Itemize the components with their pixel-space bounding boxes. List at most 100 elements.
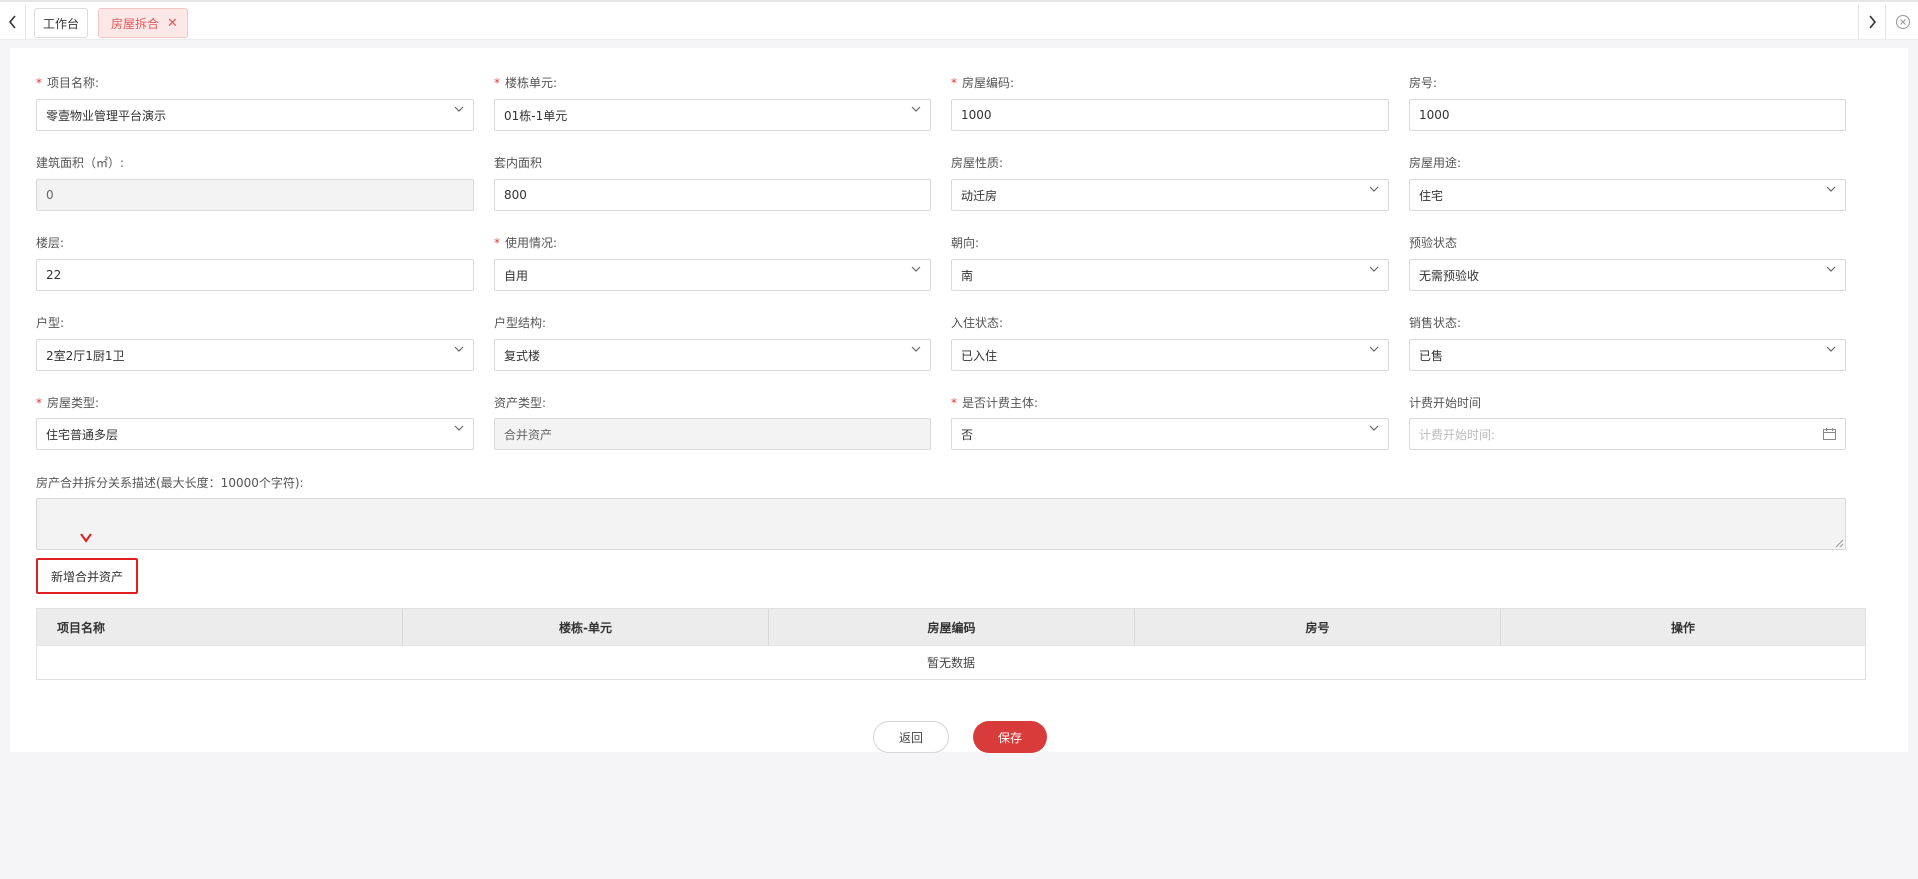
house-code-input[interactable]: 1000 — [951, 99, 1389, 131]
add-merged-asset-button[interactable]: 新增合并资产 — [36, 558, 138, 594]
house-type-value: 住宅普通多层 — [46, 427, 119, 442]
chevron-down-icon — [1826, 344, 1836, 354]
back-button[interactable]: 返回 — [873, 721, 949, 753]
floor-value: 22 — [46, 268, 62, 282]
build-area-input: 0 — [36, 179, 474, 211]
floor-input[interactable]: 22 — [36, 259, 474, 291]
building-unit-select[interactable]: 01栋-1单元 — [494, 99, 931, 131]
chevron-down-icon — [1826, 264, 1836, 274]
orientation-value: 南 — [961, 268, 974, 283]
house-nature-select[interactable]: 动迁房 — [951, 179, 1389, 211]
description-label: 房产合并拆分关系描述(最大长度：10000个字符): — [36, 476, 304, 490]
close-icon[interactable]: ✕ — [167, 16, 178, 31]
room-no-label: 房号: — [1409, 76, 1438, 90]
orientation-label: 朝向: — [951, 236, 980, 250]
usage-select[interactable]: 自用 — [494, 259, 931, 291]
scroll-left-button[interactable] — [0, 4, 26, 40]
house-type-select[interactable]: 住宅普通多层 — [36, 418, 474, 450]
tab-workbench[interactable]: 工作台 — [34, 8, 88, 38]
usage-label: * 使用情况: — [494, 236, 558, 250]
house-nature-label: 房屋性质: — [951, 156, 1004, 170]
tab-bar: 工作台 房屋拆合 ✕ — [0, 0, 1918, 40]
back-button-label: 返回 — [898, 730, 923, 745]
column-header-building-unit: 楼栋-单元 — [403, 609, 769, 645]
chevron-down-icon — [1826, 184, 1836, 194]
house-code-label: * 房屋编码: — [951, 76, 1015, 90]
sales-value: 已售 — [1419, 348, 1444, 363]
sales-select[interactable]: 已售 — [1409, 339, 1846, 371]
tab-house-split-merge[interactable]: 房屋拆合 ✕ — [98, 8, 188, 38]
column-header-project-name: 项目名称 — [37, 609, 403, 645]
room-no-value: 1000 — [1419, 108, 1450, 122]
chevron-down-icon — [454, 344, 464, 354]
occupancy-label: 入住状态: — [951, 316, 1004, 330]
description-textarea[interactable] — [36, 498, 1846, 550]
chevron-down-icon — [1369, 423, 1379, 433]
chevron-down-icon — [454, 423, 464, 433]
layout-label: 户型: — [36, 316, 65, 330]
sales-label: 销售状态: — [1409, 316, 1462, 330]
project-name-label: * 项目名称: — [36, 76, 100, 90]
layout-select[interactable]: 2室2厅1厨1卫 — [36, 339, 474, 371]
asset-type-label: 资产类型: — [494, 396, 547, 410]
add-merged-asset-label: 新增合并资产 — [50, 569, 123, 584]
pre-check-value: 无需预验收 — [1419, 268, 1480, 283]
resize-handle-icon[interactable] — [1835, 539, 1844, 548]
structure-label: 户型结构: — [494, 316, 547, 330]
inner-area-label: 套内面积 — [494, 156, 543, 170]
occupancy-value: 已入住 — [961, 348, 998, 363]
column-header-house-code: 房屋编码 — [769, 609, 1135, 645]
building-unit-value: 01栋-1单元 — [504, 108, 568, 123]
house-code-value: 1000 — [961, 108, 992, 122]
building-unit-label: * 楼栋单元: — [494, 76, 558, 90]
chevron-left-icon — [8, 15, 16, 29]
occupancy-select[interactable]: 已入住 — [951, 339, 1389, 371]
inner-area-input[interactable]: 800 — [494, 179, 931, 211]
table-empty-text: 暂无数据 — [37, 645, 1865, 679]
billing-start-datepicker[interactable]: 计费开始时间: — [1409, 418, 1846, 450]
orientation-select[interactable]: 南 — [951, 259, 1389, 291]
room-no-input[interactable]: 1000 — [1409, 99, 1846, 131]
house-use-value: 住宅 — [1419, 188, 1444, 203]
billing-subject-value: 否 — [961, 427, 974, 442]
house-type-label: * 房屋类型: — [36, 396, 100, 410]
chevron-down-icon — [1369, 344, 1379, 354]
billing-subject-label: * 是否计费主体: — [951, 396, 1039, 410]
close-all-tabs-button[interactable] — [1888, 4, 1918, 40]
billing-start-label: 计费开始时间 — [1409, 396, 1482, 410]
inner-area-value: 800 — [504, 188, 527, 202]
merged-asset-table: 项目名称 楼栋-单元 房屋编码 房号 操作 暂无数据 — [36, 608, 1866, 680]
chevron-down-icon — [911, 104, 921, 114]
pre-check-label: 预验状态 — [1409, 236, 1458, 250]
house-use-label: 房屋用途: — [1409, 156, 1462, 170]
save-button[interactable]: 保存 — [973, 721, 1047, 753]
tab-house-split-merge-label: 房屋拆合 — [111, 16, 160, 31]
build-area-label: 建筑面积（㎡）: — [36, 156, 125, 170]
floor-label: 楼层: — [36, 236, 65, 250]
arrow-down-annotation-icon — [80, 533, 92, 543]
build-area-value: 0 — [46, 188, 54, 202]
layout-value: 2室2厅1厨1卫 — [46, 348, 125, 363]
table-header: 项目名称 楼栋-单元 房屋编码 房号 操作 — [37, 609, 1865, 645]
column-header-room-no: 房号 — [1135, 609, 1501, 645]
column-header-actions: 操作 — [1670, 620, 1695, 635]
chevron-down-icon — [1369, 184, 1379, 194]
pre-check-select[interactable]: 无需预验收 — [1409, 259, 1846, 291]
billing-start-placeholder: 计费开始时间: — [1419, 427, 1496, 442]
structure-value: 复式楼 — [504, 348, 541, 363]
project-name-value: 零壹物业管理平台演示 — [46, 108, 167, 123]
structure-select[interactable]: 复式楼 — [494, 339, 931, 371]
chevron-down-icon — [1369, 264, 1379, 274]
chevron-down-icon — [911, 344, 921, 354]
house-nature-value: 动迁房 — [961, 188, 998, 203]
usage-value: 自用 — [504, 268, 529, 283]
billing-subject-select[interactable]: 否 — [951, 418, 1389, 450]
chevron-down-icon — [911, 264, 921, 274]
chevron-down-icon — [454, 104, 464, 114]
asset-type-input: 合并资产 — [494, 418, 931, 450]
calendar-icon — [1823, 428, 1836, 440]
chevron-right-icon — [1869, 15, 1877, 29]
house-use-select[interactable]: 住宅 — [1409, 179, 1846, 211]
scroll-right-button[interactable] — [1858, 4, 1886, 40]
project-name-select[interactable]: 零壹物业管理平台演示 — [36, 99, 474, 131]
